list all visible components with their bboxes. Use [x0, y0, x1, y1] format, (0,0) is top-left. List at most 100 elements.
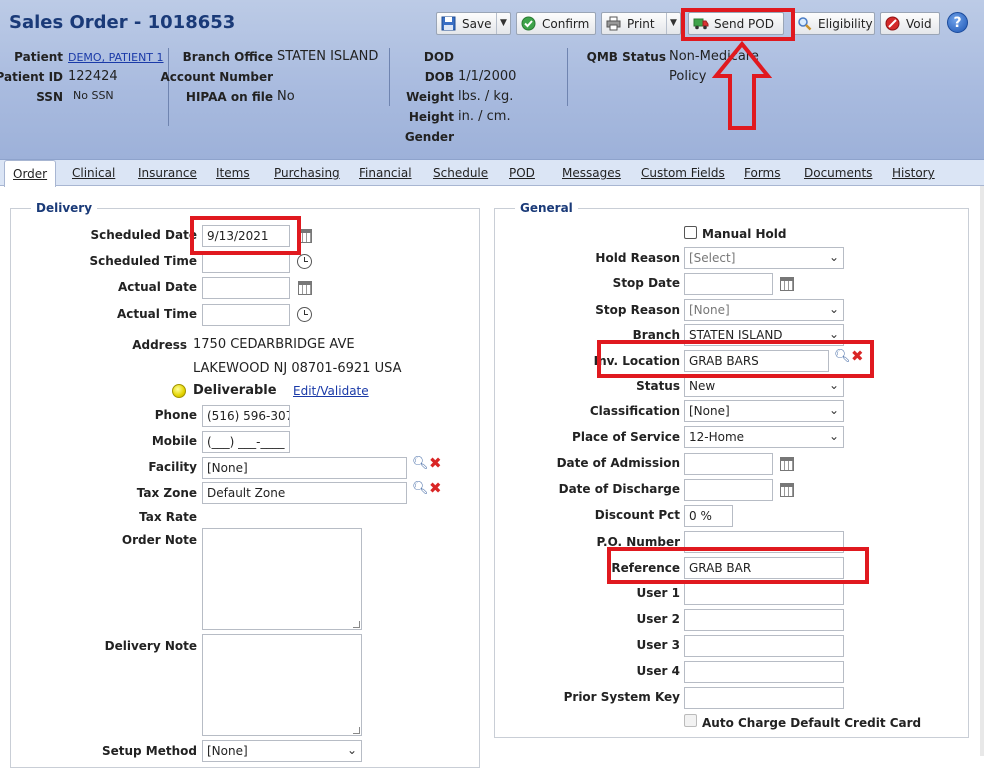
- manual-hold-checkbox[interactable]: [684, 226, 697, 239]
- dod-label: DOD: [423, 50, 454, 64]
- branch-select[interactable]: STATEN ISLAND ⌄: [684, 324, 844, 346]
- confirm-button[interactable]: Confirm: [516, 12, 596, 35]
- tab-custom-fields[interactable]: Custom Fields: [641, 166, 725, 180]
- tab-order[interactable]: Order: [4, 160, 57, 187]
- account-number-label: Account Number: [160, 70, 274, 84]
- tab-insurance[interactable]: Insurance: [138, 166, 197, 180]
- stop-reason-label: Stop Reason: [595, 303, 680, 317]
- general-legend: General: [515, 201, 578, 215]
- chevron-down-icon: ⌄: [828, 327, 839, 341]
- inv-location-input[interactable]: GRAB BARS: [684, 350, 829, 372]
- actual-date-input[interactable]: [202, 277, 290, 299]
- inv-location-label: Inv. Location: [593, 354, 680, 368]
- search-icon[interactable]: 🔍︎: [412, 481, 429, 496]
- send-pod-button[interactable]: Send POD: [688, 12, 784, 35]
- scheduled-time-input[interactable]: [202, 251, 290, 273]
- user3-label: User 3: [636, 638, 680, 652]
- date-of-discharge-input[interactable]: [684, 479, 773, 501]
- weight-value: lbs. / kg.: [458, 89, 514, 104]
- printer-icon: [606, 16, 621, 31]
- eligibility-button[interactable]: Eligibility: [792, 12, 875, 35]
- address-line-2: LAKEWOOD NJ 08701-6921 USA: [193, 361, 402, 376]
- delivery-note-textarea[interactable]: [202, 634, 362, 736]
- search-icon[interactable]: 🔍︎: [412, 456, 429, 471]
- eligibility-label: Eligibility: [818, 16, 873, 31]
- clear-icon[interactable]: ✖: [429, 454, 442, 472]
- tab-messages[interactable]: Messages: [562, 166, 621, 180]
- hipaa-label: HIPAA on file: [185, 90, 273, 104]
- facility-input[interactable]: [None]: [202, 457, 407, 479]
- phone-input[interactable]: (516) 596-3070: [202, 405, 290, 427]
- order-note-textarea[interactable]: [202, 528, 362, 630]
- clock-icon[interactable]: [297, 254, 312, 269]
- actual-time-input[interactable]: [202, 304, 290, 326]
- setup-method-select[interactable]: [None] ⌄: [202, 740, 362, 762]
- clear-icon[interactable]: ✖: [851, 347, 864, 365]
- tab-bar: Order Clinical Insurance Items Purchasin…: [0, 160, 984, 187]
- void-label: Void: [906, 16, 932, 31]
- scheduled-date-input[interactable]: 9/13/2021: [202, 225, 290, 247]
- classification-select[interactable]: [None] ⌄: [684, 400, 844, 422]
- discount-pct-input[interactable]: 0 %: [684, 505, 733, 527]
- print-label: Print: [627, 16, 655, 31]
- tab-financial[interactable]: Financial: [359, 166, 412, 180]
- place-of-service-select[interactable]: 12-Home ⌄: [684, 426, 844, 448]
- tab-items[interactable]: Items: [216, 166, 250, 180]
- tab-history[interactable]: History: [892, 166, 935, 180]
- calendar-icon[interactable]: [298, 229, 312, 243]
- vertical-scrollbar[interactable]: [980, 186, 984, 756]
- status-dot-icon: [172, 384, 186, 398]
- status-select[interactable]: New ⌄: [684, 375, 844, 397]
- search-icon[interactable]: 🔍︎: [834, 349, 851, 364]
- tab-pod[interactable]: POD: [509, 166, 535, 180]
- magnifier-icon: [797, 16, 812, 31]
- status-value: New: [689, 379, 716, 393]
- edit-validate-link[interactable]: Edit/Validate: [293, 384, 369, 398]
- calendar-icon[interactable]: [780, 277, 794, 291]
- calendar-icon[interactable]: [780, 483, 794, 497]
- branch-label: Branch: [632, 328, 680, 342]
- page-title: Sales Order - 1018653: [9, 12, 236, 33]
- tab-purchasing[interactable]: Purchasing: [274, 166, 340, 180]
- print-dropdown-arrow[interactable]: ▼: [666, 13, 680, 34]
- clock-icon[interactable]: [297, 307, 312, 322]
- branch-value: STATEN ISLAND: [689, 328, 783, 342]
- date-of-discharge-label: Date of Discharge: [558, 482, 680, 496]
- hold-reason-value: [Select]: [689, 251, 736, 265]
- clear-icon[interactable]: ✖: [429, 479, 442, 497]
- patient-link[interactable]: DEMO, PATIENT 1: [68, 51, 164, 64]
- mobile-input[interactable]: (___) ___-____: [202, 431, 290, 453]
- calendar-icon[interactable]: [298, 281, 312, 295]
- void-button[interactable]: Void: [880, 12, 940, 35]
- patient-label: Patient: [14, 50, 63, 64]
- auto-charge-checkbox[interactable]: [684, 714, 697, 727]
- help-icon[interactable]: ?: [947, 12, 968, 33]
- stop-date-input[interactable]: [684, 273, 773, 295]
- user4-input[interactable]: [684, 661, 844, 683]
- weight-label: Weight: [406, 90, 454, 104]
- actual-date-label: Actual Date: [117, 280, 197, 294]
- user3-input[interactable]: [684, 635, 844, 657]
- stop-reason-select[interactable]: [None] ⌄: [684, 299, 844, 321]
- print-button[interactable]: Print ▼: [601, 12, 681, 35]
- hold-reason-select[interactable]: [Select] ⌄: [684, 247, 844, 269]
- reference-input[interactable]: GRAB BAR: [684, 557, 844, 579]
- tax-zone-input[interactable]: Default Zone: [202, 482, 407, 504]
- date-of-admission-input[interactable]: [684, 453, 773, 475]
- tab-schedule[interactable]: Schedule: [433, 166, 488, 180]
- po-number-input[interactable]: [684, 531, 844, 553]
- tab-forms[interactable]: Forms: [744, 166, 780, 180]
- tab-clinical[interactable]: Clinical: [72, 166, 115, 180]
- prior-system-key-input[interactable]: [684, 687, 844, 709]
- user1-input[interactable]: [684, 583, 844, 605]
- header-divider: [389, 48, 390, 106]
- dob-value: 1/1/2000: [458, 69, 517, 84]
- save-button[interactable]: Save ▼: [436, 12, 511, 35]
- save-dropdown-arrow[interactable]: ▼: [496, 13, 510, 34]
- no-entry-icon: [885, 16, 900, 31]
- prior-system-key-label: Prior System Key: [563, 690, 680, 704]
- calendar-icon[interactable]: [780, 457, 794, 471]
- discount-pct-label: Discount Pct: [594, 508, 680, 522]
- tab-documents[interactable]: Documents: [804, 166, 872, 180]
- user2-input[interactable]: [684, 609, 844, 631]
